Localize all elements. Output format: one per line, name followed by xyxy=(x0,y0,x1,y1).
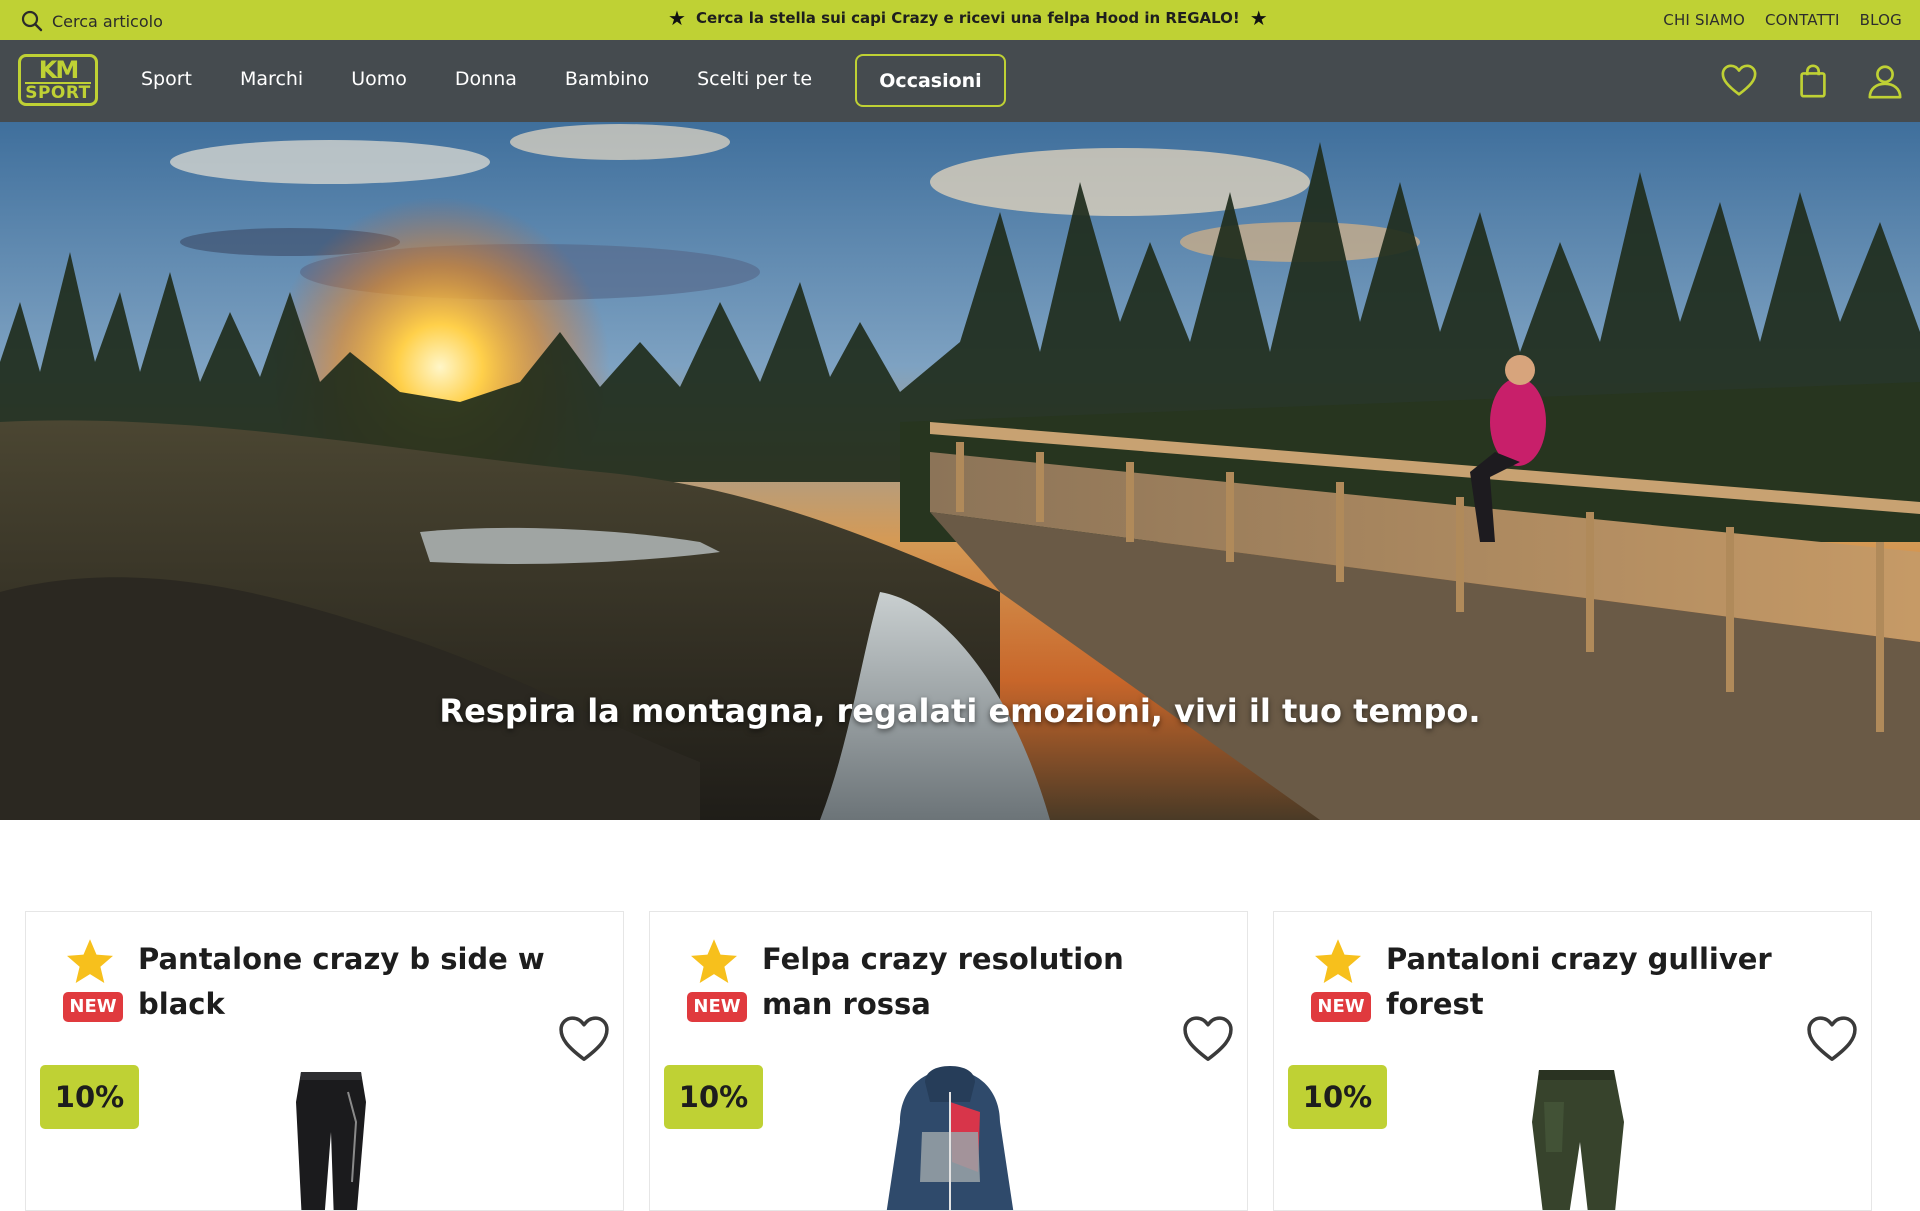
menu-item-marchi[interactable]: Marchi xyxy=(240,66,303,92)
menu-item-bambino[interactable]: Bambino xyxy=(565,66,649,92)
user-account-icon[interactable] xyxy=(1864,60,1906,102)
menu-item-sport[interactable]: Sport xyxy=(141,66,192,92)
product-image-black-pants[interactable] xyxy=(216,1062,436,1211)
menu-item-donna[interactable]: Donna xyxy=(455,66,517,92)
product-image-blue-red-jacket[interactable] xyxy=(840,1062,1060,1211)
add-to-wishlist-heart-icon[interactable] xyxy=(1805,1012,1859,1066)
add-to-wishlist-heart-icon[interactable] xyxy=(557,1012,611,1066)
top-promo-bar: ★ Cerca la stella sui capi Crazy e ricev… xyxy=(0,0,1920,40)
link-chi-siamo[interactable]: CHI SIAMO xyxy=(1663,11,1745,29)
crazy-star-icon xyxy=(67,939,113,984)
occasioni-button[interactable]: Occasioni xyxy=(855,54,1006,107)
search-input[interactable] xyxy=(52,11,292,31)
search-icon[interactable] xyxy=(20,9,44,33)
product-grid: NEW Pantalone crazy b side w black 10% N… xyxy=(25,911,1895,1211)
new-badge: NEW xyxy=(687,992,747,1022)
link-contatti[interactable]: CONTATTI xyxy=(1765,11,1840,29)
link-blog[interactable]: BLOG xyxy=(1860,11,1902,29)
product-image-green-pants[interactable] xyxy=(1464,1062,1684,1211)
product-title[interactable]: Pantaloni crazy gulliver forest xyxy=(1386,937,1806,1027)
utility-links: CHI SIAMO CONTATTI BLOG xyxy=(1663,11,1902,29)
menu-item-scelti-per-te[interactable]: Scelti per te xyxy=(697,66,812,92)
main-navigation: KM SPORT Sport Marchi Uomo Donna Bambino… xyxy=(0,40,1920,122)
crazy-star-icon xyxy=(1315,939,1361,984)
hero-banner: Respira la montagna, regalati emozioni, … xyxy=(0,122,1920,820)
promo-text: Cerca la stella sui capi Crazy e ricevi … xyxy=(695,9,1240,27)
shopping-bag-icon[interactable] xyxy=(1792,60,1834,102)
new-badge: NEW xyxy=(63,992,123,1022)
hero-tagline: Respira la montagna, regalati emozioni, … xyxy=(439,692,1481,730)
star-icon: ★ xyxy=(1249,6,1268,30)
star-icon: ★ xyxy=(668,6,686,30)
logo-sport: SPORT xyxy=(25,82,91,103)
add-to-wishlist-heart-icon[interactable] xyxy=(1181,1012,1235,1066)
search-box[interactable] xyxy=(20,9,292,33)
discount-badge: 10% xyxy=(40,1065,139,1129)
logo-km: KM xyxy=(38,56,80,84)
new-badge: NEW xyxy=(1311,992,1371,1022)
product-card[interactable]: NEW Felpa crazy resolution man rossa 10% xyxy=(649,911,1248,1211)
product-card[interactable]: NEW Pantalone crazy b side w black 10% xyxy=(25,911,624,1211)
product-title[interactable]: Pantalone crazy b side w black xyxy=(138,937,558,1027)
crazy-star-icon xyxy=(691,939,737,984)
discount-badge: 10% xyxy=(664,1065,763,1129)
menu-item-uomo[interactable]: Uomo xyxy=(351,66,407,92)
promo-message: ★ Cerca la stella sui capi Crazy e ricev… xyxy=(668,8,1268,28)
product-card[interactable]: NEW Pantaloni crazy gulliver forest 10% xyxy=(1273,911,1872,1211)
product-title[interactable]: Felpa crazy resolution man rossa xyxy=(762,937,1182,1027)
wishlist-heart-icon[interactable] xyxy=(1718,60,1760,102)
km-sport-logo[interactable]: KM SPORT xyxy=(18,54,98,106)
category-menu: Sport Marchi Uomo Donna Bambino Scelti p… xyxy=(141,66,860,92)
discount-badge: 10% xyxy=(1288,1065,1387,1129)
